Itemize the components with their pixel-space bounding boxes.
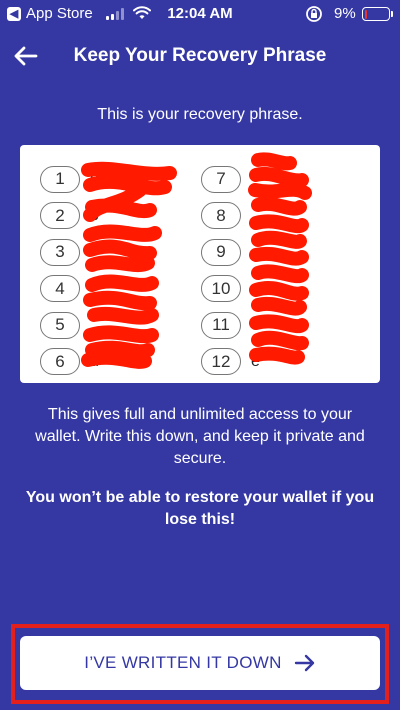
word-number: 10 bbox=[201, 275, 241, 303]
phrase-word-8: 8 bbox=[201, 198, 260, 235]
phrase-word-3: 3 bbox=[40, 234, 99, 271]
word-number: 7 bbox=[201, 165, 241, 193]
written-it-down-button[interactable]: I’VE WRITTEN IT DOWN bbox=[20, 636, 380, 690]
recovery-phrase-card: 1e 2b 3 4 5 6d 7 8 9 10 11 e 12 e bbox=[20, 145, 380, 383]
word-number: 2 bbox=[40, 202, 80, 230]
phrase-word-1: 1e bbox=[40, 161, 99, 198]
word-number: 11 bbox=[201, 311, 241, 339]
phrase-word-2: 2b bbox=[40, 198, 99, 235]
phrase-word-10: 10 bbox=[201, 271, 260, 308]
word-text: e bbox=[251, 316, 260, 334]
phrase-word-12: 12 e bbox=[201, 344, 260, 381]
word-number: 9 bbox=[201, 238, 241, 266]
battery-percent: 9% bbox=[334, 5, 356, 22]
word-text: d bbox=[90, 352, 99, 370]
word-number: 6 bbox=[40, 348, 80, 376]
word-number: 4 bbox=[40, 275, 80, 303]
phrase-word-5: 5 bbox=[40, 307, 99, 344]
word-number: 3 bbox=[40, 238, 80, 266]
phrase-column-left: 1e 2b 3 4 5 6d bbox=[40, 161, 99, 380]
word-number: 1 bbox=[40, 165, 80, 193]
word-number: 5 bbox=[40, 311, 80, 339]
warning-text: This gives full and unlimited access to … bbox=[35, 406, 365, 467]
phrase-word-7: 7 bbox=[201, 161, 260, 198]
button-label: I’VE WRITTEN IT DOWN bbox=[84, 653, 282, 672]
header: Keep Your Recovery Phrase bbox=[0, 36, 400, 76]
page-title: Keep Your Recovery Phrase bbox=[73, 45, 327, 66]
phrase-word-4: 4 bbox=[40, 271, 99, 308]
phrase-column-right: 7 8 9 10 11 e 12 e bbox=[201, 161, 260, 380]
orientation-lock-icon bbox=[306, 6, 322, 22]
arrow-right-icon bbox=[294, 654, 314, 672]
word-text: e bbox=[90, 170, 99, 188]
battery-icon bbox=[362, 7, 390, 21]
phrase-word-9: 9 bbox=[201, 234, 260, 271]
battery-tip bbox=[391, 11, 393, 17]
phrase-word-11: 11 e bbox=[201, 307, 260, 344]
word-number: 12 bbox=[201, 348, 241, 376]
word-number: 8 bbox=[201, 202, 241, 230]
warning-strong-text: You won’t be able to restore your wallet… bbox=[25, 489, 375, 528]
word-text: e bbox=[251, 352, 260, 370]
subtitle: This is your recovery phrase. bbox=[97, 106, 303, 123]
word-text: b bbox=[90, 206, 99, 224]
phrase-word-6: 6d bbox=[40, 344, 99, 381]
status-bar: ◀ App Store 12:04 AM 9% bbox=[0, 0, 400, 28]
